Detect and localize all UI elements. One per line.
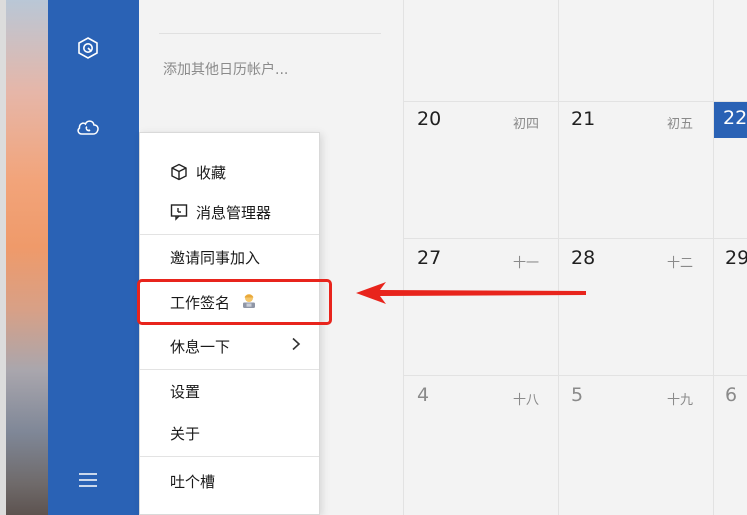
menu-item-label: 工作签名 — [170, 293, 231, 312]
app-sidebar-rail — [48, 0, 139, 515]
grid-line — [403, 0, 404, 515]
grid-line — [403, 101, 747, 102]
today-highlight[interactable]: 22 — [714, 102, 747, 138]
calendar-day-number[interactable]: 21 — [571, 108, 595, 130]
menu-separator — [140, 456, 319, 457]
menu-item-label: 吐个槽 — [170, 472, 216, 491]
menu-separator — [140, 234, 319, 235]
menu-item-label: 邀请同事加入 — [170, 248, 261, 267]
menu-item-favorites[interactable]: 收藏 — [140, 154, 319, 190]
menu-item-take-a-break[interactable]: 休息一下 — [140, 328, 319, 364]
menu-separator — [140, 279, 319, 280]
menu-item-about[interactable]: 关于 — [140, 415, 319, 451]
calendar-day-number[interactable]: 29 — [725, 247, 747, 269]
calendar-day-number[interactable]: 6 — [725, 384, 737, 406]
menu-separator — [140, 369, 319, 370]
lunar-date-label: 初四 — [513, 117, 540, 132]
calendar-day-number[interactable]: 5 — [571, 384, 583, 406]
hexagon-logo-icon[interactable] — [74, 34, 102, 62]
cloud-phone-icon[interactable] — [74, 114, 102, 142]
chat-box-icon — [170, 203, 188, 221]
calendar-month-grid: 20 初四 21 初五 22 27 十一 28 十二 29 4 十八 5 十九 … — [403, 0, 747, 515]
main-popup-menu: 收藏 消息管理器 邀请同事加入 工作签名 休息一下 设置 关于 吐个槽 — [139, 132, 320, 515]
menu-item-settings[interactable]: 设置 — [140, 373, 319, 409]
lunar-date-label: 十二 — [667, 256, 694, 271]
lunar-date-label: 十九 — [667, 393, 694, 408]
calendar-day-number[interactable]: 20 — [417, 108, 441, 130]
desktop-wallpaper — [0, 0, 48, 515]
menu-item-message-manager[interactable]: 消息管理器 — [140, 194, 319, 230]
calendar-day-number[interactable]: 4 — [417, 384, 429, 406]
panel-divider — [159, 33, 381, 34]
office-worker-emoji-icon — [240, 291, 258, 313]
add-calendar-account-link[interactable]: 添加其他日历帐户... — [163, 59, 288, 79]
menu-item-label: 休息一下 — [170, 337, 231, 356]
menu-item-invite-colleague[interactable]: 邀请同事加入 — [140, 239, 319, 275]
hamburger-menu-icon[interactable] — [74, 466, 102, 494]
menu-item-feedback[interactable]: 吐个槽 — [140, 463, 319, 499]
menu-item-label: 消息管理器 — [196, 203, 272, 222]
menu-item-label: 设置 — [170, 382, 201, 401]
grid-line — [713, 0, 714, 515]
app-window: 添加其他日历帐户... 20 初四 21 初五 22 27 十一 28 十二 2… — [0, 0, 747, 515]
menu-item-label: 收藏 — [196, 163, 227, 182]
calendar-day-number[interactable]: 28 — [571, 247, 595, 269]
calendar-day-number: 22 — [723, 107, 747, 129]
chevron-right-icon — [291, 337, 301, 355]
lunar-date-label: 十八 — [513, 393, 540, 408]
annotation-arrow-icon — [356, 282, 586, 304]
lunar-date-label: 十一 — [513, 256, 540, 271]
grid-line — [558, 0, 559, 515]
menu-item-label: 关于 — [170, 424, 201, 443]
cube-icon — [170, 163, 188, 181]
grid-line — [403, 375, 747, 376]
lunar-date-label: 初五 — [667, 117, 694, 132]
calendar-day-number[interactable]: 27 — [417, 247, 441, 269]
grid-line — [403, 238, 747, 239]
menu-item-work-signature[interactable]: 工作签名 — [140, 284, 319, 320]
